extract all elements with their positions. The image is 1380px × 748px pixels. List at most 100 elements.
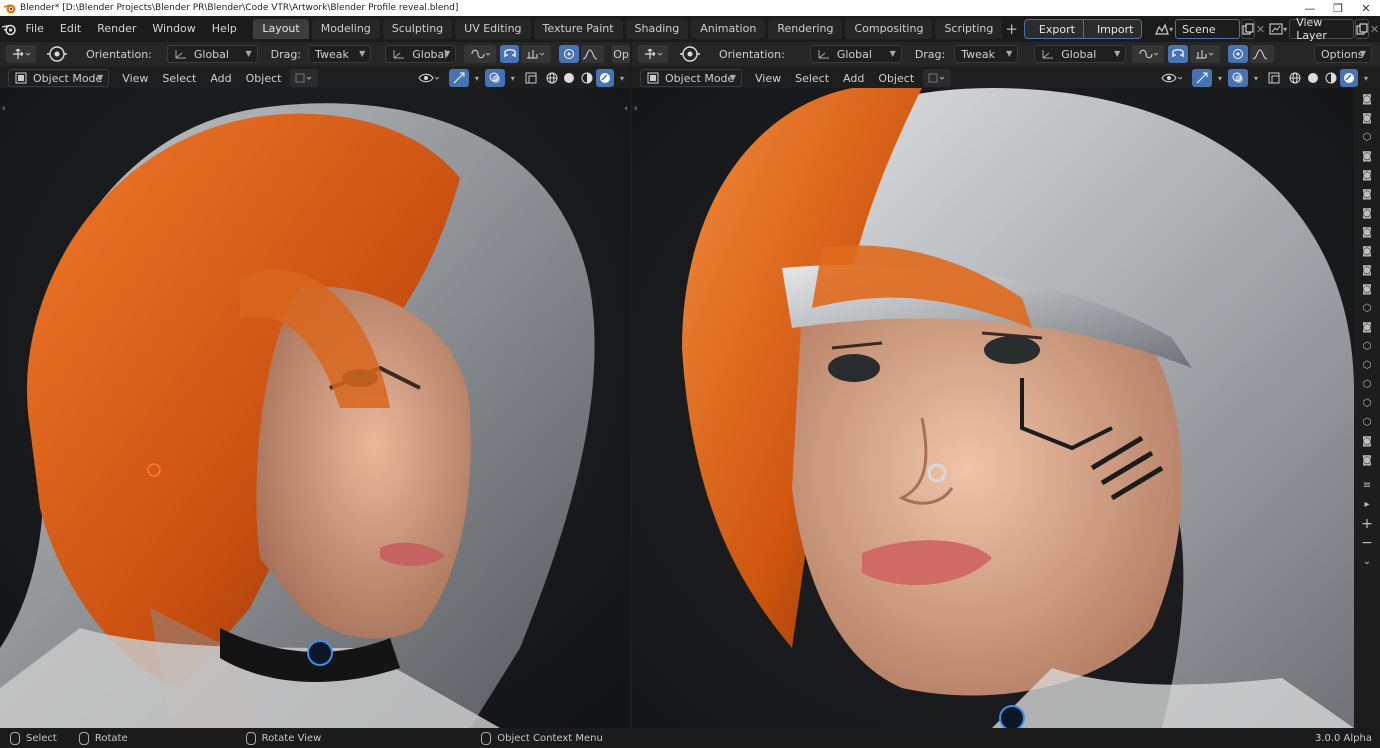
view-layer-icon[interactable] — [1269, 19, 1283, 39]
left-xray-icon[interactable] — [521, 69, 541, 87]
new-view-layer-icon[interactable] — [1355, 19, 1370, 39]
camera-icon[interactable]: ◙ — [1358, 262, 1376, 280]
right-panel-expand-icon[interactable]: › — [634, 104, 638, 114]
export-button[interactable]: Export — [1023, 19, 1084, 39]
left-overlays-icon[interactable] — [484, 69, 505, 87]
left-pivot-point-icon[interactable] — [464, 45, 496, 63]
render-region-icon[interactable]: ⬡ — [1358, 376, 1376, 394]
right-xray-icon[interactable] — [1264, 69, 1284, 87]
left-snap-toggle-icon[interactable] — [499, 45, 520, 63]
camera-icon[interactable]: ◙ — [1358, 148, 1376, 166]
camera-icon[interactable]: ◙ — [1358, 167, 1376, 185]
right-options-dropdown[interactable]: Options ▼ — [1314, 45, 1372, 63]
left-transform-orientation-dropdown[interactable]: Global ▼ — [385, 45, 457, 63]
next-icon[interactable]: ▸ — [1358, 496, 1376, 514]
render-region-icon[interactable]: ⬡ — [1358, 129, 1376, 147]
camera-icon[interactable]: ◙ — [1358, 281, 1376, 299]
new-scene-icon[interactable] — [1240, 19, 1255, 39]
right-pivot-icon[interactable] — [676, 45, 704, 63]
right-mode-dropdown[interactable]: Object Mode ▼ — [640, 69, 742, 87]
left-sidebar-collapse-icon[interactable]: ‹ — [624, 104, 628, 114]
overlays-chevron-down-icon[interactable]: ▾ — [1254, 74, 1258, 83]
left-transform-tool-icon[interactable] — [6, 45, 36, 63]
right-solid-shading-icon[interactable] — [1304, 69, 1322, 87]
left-mode-dropdown[interactable]: Object Mode ▼ — [8, 69, 110, 87]
right-material-shading-icon[interactable] — [1322, 69, 1340, 87]
gizmo-chevron-down-icon[interactable]: ▾ — [475, 74, 479, 83]
render-region-icon[interactable]: ⬡ — [1358, 357, 1376, 375]
scene-selector-icon[interactable] — [1155, 19, 1169, 39]
left-drag-dropdown[interactable]: Tweak ▼ — [308, 45, 372, 63]
camera-icon[interactable]: ◙ — [1358, 110, 1376, 128]
gizmo-chevron-down-icon[interactable]: ▾ — [1218, 74, 1222, 83]
right-proportional-edit-icon[interactable] — [1228, 45, 1249, 63]
left-menu-object[interactable]: Object — [239, 72, 289, 85]
camera-icon[interactable]: ◙ — [1358, 186, 1376, 204]
right-wireframe-shading-icon[interactable] — [1286, 69, 1304, 87]
camera-icon[interactable]: ◙ — [1358, 319, 1376, 337]
tab-uv-editing[interactable]: UV Editing — [455, 19, 531, 39]
overlays-chevron-down-icon[interactable]: ▾ — [511, 74, 515, 83]
right-transform-tool-icon[interactable] — [638, 45, 668, 63]
left-visibility-icon[interactable] — [415, 69, 445, 87]
left-3d-viewport[interactable]: › ‹ — [0, 88, 630, 728]
chevron-down-icon[interactable]: ⌄ — [1358, 553, 1376, 571]
camera-icon[interactable]: ◙ — [1358, 452, 1376, 470]
right-snap-toggle-icon[interactable] — [1168, 45, 1189, 63]
restore-button[interactable]: ❐ — [1324, 0, 1352, 16]
camera-icon[interactable]: ◙ — [1358, 243, 1376, 261]
right-menu-select[interactable]: Select — [788, 72, 836, 85]
tab-compositing[interactable]: Compositing — [845, 19, 933, 39]
tab-modeling[interactable]: Modeling — [311, 19, 380, 39]
left-solid-shading-icon[interactable] — [560, 69, 578, 87]
render-region-icon[interactable]: ⬡ — [1358, 414, 1376, 432]
blender-menu-icon[interactable] — [0, 22, 18, 36]
menu-lines-icon[interactable]: ≡ — [1358, 477, 1376, 495]
minimize-button[interactable]: — — [1296, 0, 1324, 16]
camera-icon[interactable]: ◙ — [1358, 433, 1376, 451]
render-region-icon[interactable]: ⬡ — [1358, 395, 1376, 413]
right-drag-dropdown[interactable]: Tweak ▼ — [954, 45, 1019, 63]
view-layer-chevron-down-icon[interactable]: ▾ — [1283, 25, 1287, 34]
left-panel-expand-icon[interactable]: › — [2, 104, 6, 114]
tab-sculpting[interactable]: Sculpting — [382, 19, 453, 39]
camera-icon[interactable]: ◙ — [1358, 224, 1376, 242]
right-3d-viewport[interactable]: › — [632, 88, 1354, 728]
menu-window[interactable]: Window — [144, 16, 203, 42]
left-wireframe-shading-icon[interactable] — [543, 69, 561, 87]
right-menu-add[interactable]: Add — [836, 72, 871, 85]
camera-icon[interactable]: ◙ — [1358, 205, 1376, 223]
add-workspace-icon[interactable]: + — [1005, 19, 1018, 39]
left-pivot-icon[interactable] — [44, 45, 72, 63]
left-gizmo-icon[interactable] — [449, 69, 469, 87]
left-material-shading-icon[interactable] — [578, 69, 596, 87]
zoom-out-icon[interactable]: − — [1358, 534, 1376, 552]
right-transform-orientation-dropdown[interactable]: Global ▼ — [1034, 45, 1127, 63]
left-orientation-dropdown[interactable]: Global ▼ — [166, 45, 258, 63]
left-proportional-edit-icon[interactable] — [558, 45, 579, 63]
menu-file[interactable]: File — [18, 16, 52, 42]
scene-chevron-down-icon[interactable]: ▾ — [1169, 25, 1173, 34]
tab-layout[interactable]: Layout — [253, 19, 309, 39]
menu-render[interactable]: Render — [89, 16, 144, 42]
tab-animation[interactable]: Animation — [691, 19, 766, 39]
menu-edit[interactable]: Edit — [52, 16, 89, 42]
right-snap-target-icon[interactable] — [1190, 45, 1221, 63]
left-options-button[interactable]: Op — [612, 45, 630, 63]
right-orientation-dropdown[interactable]: Global ▼ — [809, 45, 902, 63]
menu-help[interactable]: Help — [204, 16, 245, 42]
tab-shading[interactable]: Shading — [625, 19, 689, 39]
render-region-icon[interactable]: ⬡ — [1358, 338, 1376, 356]
camera-icon[interactable]: ◙ — [1358, 91, 1376, 109]
left-menu-add[interactable]: Add — [203, 72, 238, 85]
right-rendered-shading-icon[interactable] — [1339, 69, 1358, 87]
left-menu-view[interactable]: View — [115, 72, 155, 85]
import-button[interactable]: Import — [1083, 19, 1142, 39]
tab-scripting[interactable]: Scripting — [935, 19, 1003, 39]
right-overlays-icon[interactable] — [1227, 69, 1248, 87]
right-falloff-icon[interactable] — [1250, 45, 1275, 63]
left-menu-select[interactable]: Select — [155, 72, 203, 85]
view-layer-name-field[interactable]: View Layer — [1289, 16, 1355, 42]
right-pivot-point-icon[interactable] — [1132, 45, 1165, 63]
delete-scene-icon[interactable]: ✕ — [1255, 19, 1266, 39]
